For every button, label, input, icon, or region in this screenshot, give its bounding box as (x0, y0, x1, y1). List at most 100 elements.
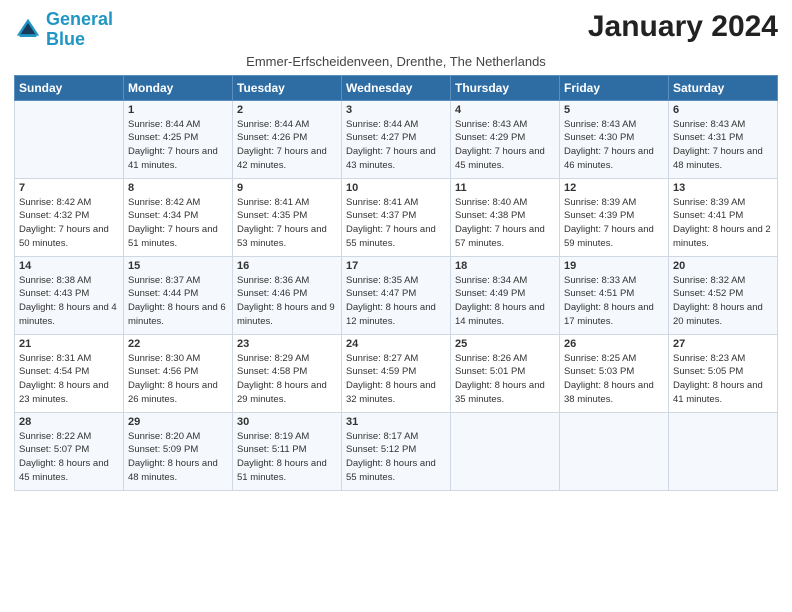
table-row: 6 Sunrise: 8:43 AMSunset: 4:31 PMDaylight… (669, 100, 778, 178)
sunrise: Sunrise: 8:43 AM (455, 119, 527, 130)
col-friday: Friday (560, 75, 669, 100)
day-number: 28 (19, 416, 119, 428)
sunrise: Sunrise: 8:44 AM (346, 119, 418, 130)
sunrise: Sunrise: 8:19 AM (237, 431, 309, 442)
day-number: 30 (237, 416, 337, 428)
day-number: 12 (564, 182, 664, 194)
sunset: Sunset: 4:58 PM (237, 366, 307, 377)
sunset: Sunset: 4:47 PM (346, 288, 416, 299)
day-number: 4 (455, 104, 555, 116)
table-row (669, 412, 778, 490)
table-row: 3Sunrise: 8:44 AMSunset: 4:27 PMDaylight… (342, 100, 451, 178)
day-number: 13 (673, 182, 773, 194)
table-row (451, 412, 560, 490)
sunrise: Sunrise: 8:39 AM (564, 197, 636, 208)
daylight: Daylight: 7 hours and 51 minutes. (128, 224, 218, 249)
cell-content: Sunrise: 8:42 AMSunset: 4:34 PMDaylight:… (128, 196, 228, 251)
daylight: Daylight: 8 hours and 4 minutes. (19, 302, 117, 327)
daylight: Daylight: 8 hours and 26 minutes. (128, 380, 218, 405)
day-number: 1 (128, 104, 228, 116)
day-number: 6 (673, 104, 773, 116)
sunrise: Sunrise: 8:41 AM (346, 197, 418, 208)
sunset: Sunset: 4:43 PM (19, 288, 89, 299)
daylight: Daylight: 8 hours and 12 minutes. (346, 302, 436, 327)
sunrise: Sunrise: 8:29 AM (237, 353, 309, 364)
cell-content: Sunrise: 8:43 AMSunset: 4:30 PMDaylight:… (564, 118, 664, 173)
table-row: 18Sunrise: 8:34 AMSunset: 4:49 PMDayligh… (451, 256, 560, 334)
subtitle: Emmer-Erfscheidenveen, Drenthe, The Neth… (14, 54, 778, 69)
table-row: 20Sunrise: 8:32 AMSunset: 4:52 PMDayligh… (669, 256, 778, 334)
daylight: Daylight: 8 hours and 9 minutes. (237, 302, 335, 327)
logo-general: General (46, 9, 113, 29)
day-number: 22 (128, 338, 228, 350)
sunrise: Sunrise: 8:26 AM (455, 353, 527, 364)
daylight: Daylight: 7 hours and 41 minutes. (128, 146, 218, 171)
sunrise: Sunrise: 8:25 AM (564, 353, 636, 364)
calendar-week-row: 1 Sunrise: 8:44 AMSunset: 4:25 PMDaylight… (15, 100, 778, 178)
sunrise: Sunrise: 8:34 AM (455, 275, 527, 286)
sunrise: Sunrise: 8:22 AM (19, 431, 91, 442)
sunset: Sunset: 5:12 PM (346, 444, 416, 455)
table-row: 12 Sunrise: 8:39 AMSunset: 4:39 PMDayligh… (560, 178, 669, 256)
table-row: 31Sunrise: 8:17 AMSunset: 5:12 PMDayligh… (342, 412, 451, 490)
sunrise: Sunrise: 8:32 AM (673, 275, 745, 286)
sunrise: Sunrise: 8:30 AM (128, 353, 200, 364)
daylight: Daylight: 8 hours and 2 minutes. (673, 224, 771, 249)
table-row: 28Sunrise: 8:22 AMSunset: 5:07 PMDayligh… (15, 412, 124, 490)
cell-content: Sunrise: 8:43 AMSunset: 4:31 PMDaylight:… (673, 118, 773, 173)
cell-content: Sunrise: 8:44 AMSunset: 4:25 PMDaylight:… (128, 118, 228, 173)
cell-content: Sunrise: 8:34 AMSunset: 4:49 PMDaylight:… (455, 274, 555, 329)
cell-content: Sunrise: 8:39 AMSunset: 4:39 PMDaylight:… (564, 196, 664, 251)
daylight: Daylight: 8 hours and 51 minutes. (237, 458, 327, 483)
table-row: 29Sunrise: 8:20 AMSunset: 5:09 PMDayligh… (124, 412, 233, 490)
day-number: 16 (237, 260, 337, 272)
sunset: Sunset: 4:41 PM (673, 210, 743, 221)
sunset: Sunset: 4:51 PM (564, 288, 634, 299)
daylight: Daylight: 7 hours and 55 minutes. (346, 224, 436, 249)
sunrise: Sunrise: 8:42 AM (19, 197, 91, 208)
table-row: 22Sunrise: 8:30 AMSunset: 4:56 PMDayligh… (124, 334, 233, 412)
title-block: January 2024 (588, 10, 778, 44)
cell-content: Sunrise: 8:26 AMSunset: 5:01 PMDaylight:… (455, 352, 555, 407)
sunrise: Sunrise: 8:17 AM (346, 431, 418, 442)
day-number: 3 (346, 104, 446, 116)
sunrise: Sunrise: 8:20 AM (128, 431, 200, 442)
day-number: 7 (19, 182, 119, 194)
sunset: Sunset: 4:38 PM (455, 210, 525, 221)
calendar-body: 1 Sunrise: 8:44 AMSunset: 4:25 PMDaylight… (15, 100, 778, 490)
cell-content: Sunrise: 8:42 AMSunset: 4:32 PMDaylight:… (19, 196, 119, 251)
table-row: 26Sunrise: 8:25 AMSunset: 5:03 PMDayligh… (560, 334, 669, 412)
daylight: Daylight: 7 hours and 46 minutes. (564, 146, 654, 171)
sunrise: Sunrise: 8:36 AM (237, 275, 309, 286)
col-saturday: Saturday (669, 75, 778, 100)
day-number: 26 (564, 338, 664, 350)
daylight: Daylight: 8 hours and 29 minutes. (237, 380, 327, 405)
cell-content: Sunrise: 8:39 AMSunset: 4:41 PMDaylight:… (673, 196, 773, 251)
sunrise: Sunrise: 8:33 AM (564, 275, 636, 286)
table-row: 23Sunrise: 8:29 AMSunset: 4:58 PMDayligh… (233, 334, 342, 412)
table-row: 1 Sunrise: 8:44 AMSunset: 4:25 PMDaylight… (124, 100, 233, 178)
table-row: 2Sunrise: 8:44 AMSunset: 4:26 PMDaylight… (233, 100, 342, 178)
cell-content: Sunrise: 8:17 AMSunset: 5:12 PMDaylight:… (346, 430, 446, 485)
day-number: 14 (19, 260, 119, 272)
logo-icon (14, 16, 42, 44)
daylight: Daylight: 7 hours and 50 minutes. (19, 224, 109, 249)
table-row: 10Sunrise: 8:41 AMSunset: 4:37 PMDayligh… (342, 178, 451, 256)
day-number: 24 (346, 338, 446, 350)
sunrise: Sunrise: 8:42 AM (128, 197, 200, 208)
sunset: Sunset: 4:52 PM (673, 288, 743, 299)
header-row: General Blue January 2024 (14, 10, 778, 50)
daylight: Daylight: 7 hours and 45 minutes. (455, 146, 545, 171)
sunset: Sunset: 4:46 PM (237, 288, 307, 299)
table-row: 16 Sunrise: 8:36 AM Sunset: 4:46 PM Dayligh… (233, 256, 342, 334)
sunset: Sunset: 5:05 PM (673, 366, 743, 377)
cell-content: Sunrise: 8:29 AM Sunset: 4:58 PM Daylight:… (237, 352, 337, 407)
month-title: January 2024 (588, 10, 778, 44)
daylight: Daylight: 8 hours and 32 minutes. (346, 380, 436, 405)
day-number: 20 (673, 260, 773, 272)
sunset: Sunset: 5:09 PM (128, 444, 198, 455)
col-monday: Monday (124, 75, 233, 100)
table-row: 17Sunrise: 8:35 AMSunset: 4:47 PMDayligh… (342, 256, 451, 334)
cell-content: Sunrise: 8:36 AM Sunset: 4:46 PM Daylight:… (237, 274, 337, 329)
daylight: Daylight: 8 hours and 35 minutes. (455, 380, 545, 405)
